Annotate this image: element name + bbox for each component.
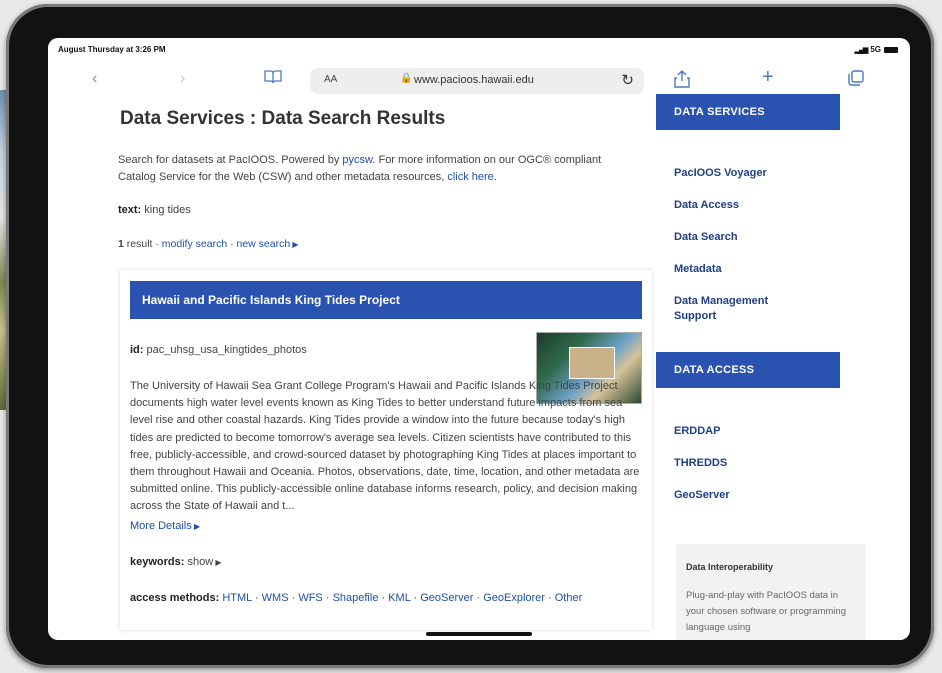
sidebar-link-geoserver[interactable]: GeoServer bbox=[674, 488, 730, 503]
modify-search-link[interactable]: modify search bbox=[162, 238, 227, 250]
status-indicators: ▂▄▆ 5G bbox=[855, 45, 898, 54]
sidebar-link-erddap[interactable]: ERDDAP bbox=[674, 424, 720, 439]
keywords-row: keywords: show ▶ bbox=[130, 556, 222, 568]
sidebar-link-voyager[interactable]: PacIOOS Voyager bbox=[674, 166, 767, 181]
signal-icon: ▂▄▆ bbox=[854, 46, 869, 54]
battery-icon bbox=[884, 46, 898, 53]
triangle-right-icon: ▶ bbox=[191, 522, 201, 531]
home-indicator[interactable] bbox=[426, 632, 532, 636]
sidebar-link-data-search[interactable]: Data Search bbox=[674, 230, 738, 245]
result-id: id: pac_uhsg_usa_kingtides_photos bbox=[130, 344, 307, 356]
data-services-heading: DATA SERVICES bbox=[656, 94, 840, 130]
sidebar-link-data-access[interactable]: Data Access bbox=[674, 198, 739, 213]
id-value: pac_uhsg_usa_kingtides_photos bbox=[146, 344, 307, 356]
intro-part-3: . bbox=[493, 171, 497, 183]
share-icon[interactable] bbox=[674, 70, 690, 93]
new-tab-plus-icon[interactable]: + bbox=[762, 66, 774, 89]
sidebar-link-data-management[interactable]: Data Management Support bbox=[674, 294, 794, 324]
data-access-heading: DATA ACCESS bbox=[656, 352, 840, 388]
reader-text-size-button[interactable]: AA bbox=[324, 74, 337, 85]
access-geoserver-link[interactable]: GeoServer bbox=[420, 592, 473, 604]
sidebar: DATA SERVICES PacIOOS Voyager Data Acces… bbox=[656, 94, 866, 640]
web-page: Data Services : Data Search Results Sear… bbox=[48, 94, 910, 640]
access-wfs-link[interactable]: WFS bbox=[298, 592, 322, 604]
lock-icon: 🔒 bbox=[400, 73, 413, 84]
intro-text: Search for datasets at PacIOOS. Powered … bbox=[118, 152, 638, 186]
keywords-show-link[interactable]: show bbox=[187, 556, 213, 568]
forward-arrow-icon[interactable]: › bbox=[180, 70, 185, 88]
more-details-label[interactable]: More Details bbox=[130, 520, 192, 532]
interoperability-box: Data Interoperability Plug-and-play with… bbox=[676, 544, 866, 640]
result-card: Hawaii and Pacific Islands King Tides Pr… bbox=[120, 270, 652, 630]
data-services-heading-label: DATA SERVICES bbox=[674, 106, 765, 118]
access-wms-link[interactable]: WMS bbox=[262, 592, 289, 604]
status-bar: August Thursday at 3:26 PM ▂▄▆ 5G bbox=[48, 38, 910, 60]
query-label: text: bbox=[118, 204, 142, 216]
ipad-device: August Thursday at 3:26 PM ▂▄▆ 5G ‹ › AA… bbox=[6, 4, 934, 668]
bookmarks-book-icon[interactable] bbox=[264, 70, 282, 87]
access-label: access methods: bbox=[130, 592, 220, 604]
results-summary: 1 result · modify search · new search ▶ bbox=[118, 238, 299, 250]
access-shapefile-link[interactable]: Shapefile bbox=[333, 592, 379, 604]
interoperability-text: Plug-and-play with PacIOOS data in your … bbox=[686, 590, 846, 633]
status-time: August Thursday at 3:26 PM bbox=[58, 45, 166, 54]
sidebar-link-thredds[interactable]: THREDDS bbox=[674, 456, 727, 471]
network-label: 5G bbox=[870, 45, 881, 54]
new-search-link[interactable]: new search bbox=[237, 238, 291, 250]
interoperability-title: Data Interoperability bbox=[686, 562, 774, 572]
access-kml-link[interactable]: KML bbox=[388, 592, 410, 604]
access-html-link[interactable]: HTML bbox=[222, 592, 252, 604]
data-access-heading-label: DATA ACCESS bbox=[674, 364, 755, 376]
address-bar[interactable]: AA 🔒 www.pacioos.hawaii.edu ↻ bbox=[310, 68, 644, 94]
search-query: text: king tides bbox=[118, 204, 191, 216]
result-title[interactable]: Hawaii and Pacific Islands King Tides Pr… bbox=[142, 293, 400, 307]
reload-icon[interactable]: ↻ bbox=[621, 71, 634, 89]
click-here-link[interactable]: click here bbox=[447, 171, 493, 183]
result-word: result bbox=[126, 238, 153, 250]
access-other-link[interactable]: Other bbox=[555, 592, 583, 604]
result-count: 1 bbox=[118, 238, 124, 250]
query-value: king tides bbox=[144, 204, 191, 216]
screen: August Thursday at 3:26 PM ▂▄▆ 5G ‹ › AA… bbox=[48, 38, 910, 640]
triangle-right-icon: ▶ bbox=[213, 558, 222, 567]
access-geoexplorer-link[interactable]: GeoExplorer bbox=[483, 592, 545, 604]
keywords-label: keywords: bbox=[130, 556, 185, 568]
more-details-link[interactable]: More Details ▶ bbox=[130, 520, 200, 532]
result-description: The University of Hawaii Sea Grant Colle… bbox=[130, 380, 640, 513]
url-text[interactable]: www.pacioos.hawaii.edu bbox=[414, 74, 534, 86]
tabs-overview-icon[interactable] bbox=[848, 70, 864, 91]
result-title-bar[interactable]: Hawaii and Pacific Islands King Tides Pr… bbox=[130, 281, 642, 319]
page-title: Data Services : Data Search Results bbox=[120, 108, 446, 129]
id-label: id: bbox=[130, 344, 144, 356]
triangle-right-icon: ▶ bbox=[290, 240, 299, 249]
pycsw-link[interactable]: pycsw bbox=[342, 154, 372, 166]
back-arrow-icon[interactable]: ‹ bbox=[92, 70, 97, 88]
thumbnail-photo bbox=[569, 347, 615, 379]
intro-part-1: Search for datasets at PacIOOS. Powered … bbox=[118, 154, 343, 166]
access-methods-row: access methods: HTML · WMS · WFS · Shape… bbox=[130, 592, 583, 604]
sidebar-link-metadata[interactable]: Metadata bbox=[674, 262, 722, 277]
